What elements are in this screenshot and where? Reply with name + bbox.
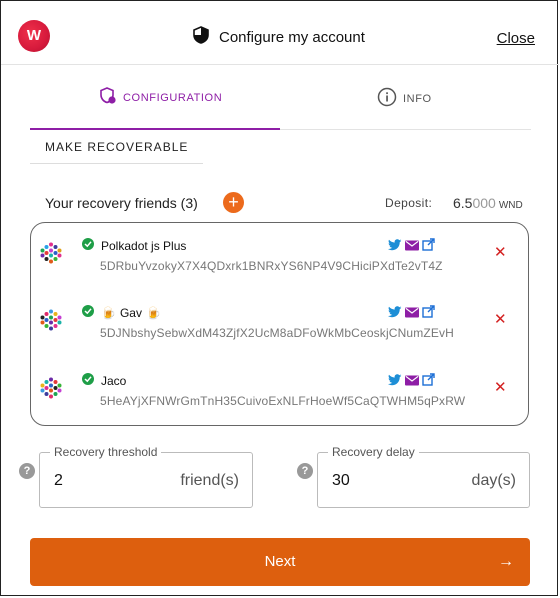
- header-divider: [1, 64, 559, 65]
- remove-friend-button[interactable]: ✕: [494, 243, 507, 261]
- active-tab-indicator: [30, 128, 280, 130]
- next-button-label: Next: [264, 553, 296, 570]
- twitter-icon[interactable]: [388, 373, 402, 391]
- section-divider: [30, 163, 203, 164]
- recovery-delay-legend: Recovery delay: [328, 445, 419, 459]
- verified-check-icon: [82, 238, 94, 250]
- app-logo: W: [18, 20, 50, 52]
- help-icon[interactable]: ?: [297, 463, 313, 479]
- panel-title: Configure my account: [219, 28, 365, 46]
- arrow-right-icon: →: [498, 553, 514, 570]
- list-item: Polkadot js Plus 5DRbuYvzokyX7X4QDxrk1BN…: [31, 223, 528, 283]
- recovery-threshold-field[interactable]: Recovery threshold 2 friend(s): [39, 445, 253, 508]
- list-item: Jaco 5HeAYjXFNWrGmTnH35CuivoExNLFrHoeWf5…: [31, 358, 528, 418]
- account-config-panel: W Configure my account Close CONFIGURATI…: [0, 0, 559, 596]
- remove-friend-button[interactable]: ✕: [494, 378, 507, 396]
- social-links: [388, 305, 435, 323]
- social-links: [388, 238, 435, 256]
- tab-info[interactable]: INFO: [377, 87, 432, 110]
- recovery-threshold-legend: Recovery threshold: [50, 445, 162, 459]
- friend-address: 5HeAYjXFNWrGmTnH35CuivoExNLFrHoeWf5CaQTW…: [100, 394, 466, 408]
- list-item: 🍺 Gav 🍺 5DJNbshySebwXdM43ZjfX2UcM8aDFoWkMb…: [31, 290, 528, 350]
- social-links: [388, 373, 435, 391]
- friend-name: Jaco: [101, 374, 126, 388]
- twitter-icon[interactable]: [388, 305, 402, 323]
- friend-name-text: Jaco: [101, 374, 127, 388]
- deposit-amount-decimals: 000: [472, 195, 496, 211]
- tab-configuration[interactable]: CONFIGURATION: [99, 87, 222, 108]
- recovery-delay-unit: day(s): [471, 472, 516, 489]
- deposit-label: Deposit:: [385, 196, 433, 210]
- recovery-delay-field[interactable]: Recovery delay 30 day(s): [317, 445, 530, 508]
- recovery-friends-list: Polkadot js Plus 5DRbuYvzokyX7X4QDxrk1BN…: [30, 222, 529, 426]
- recovery-threshold-unit: friend(s): [180, 472, 239, 489]
- plus-icon: +: [228, 192, 239, 212]
- logo-letter: W: [26, 27, 42, 44]
- shield-icon: [193, 25, 209, 49]
- external-link-icon[interactable]: [422, 373, 435, 391]
- deposit-unit: WND: [498, 200, 523, 211]
- friend-name: Polkadot js Plus: [101, 239, 186, 253]
- tab-info-label: INFO: [403, 92, 432, 105]
- email-icon[interactable]: [405, 305, 419, 323]
- recovery-friends-title: Your recovery friends (3): [45, 195, 198, 211]
- close-link[interactable]: Close: [497, 30, 535, 47]
- external-link-icon[interactable]: [422, 238, 435, 256]
- email-icon[interactable]: [405, 238, 419, 256]
- twitter-icon[interactable]: [388, 238, 402, 256]
- verified-check-icon: [82, 305, 94, 317]
- recovery-delay-value[interactable]: 30: [332, 472, 350, 490]
- tab-divider: [280, 129, 531, 130]
- friend-name-text: Gav: [119, 306, 142, 320]
- tab-configuration-label: CONFIGURATION: [123, 91, 223, 104]
- friend-address: 5DRbuYvzokyX7X4QDxrk1BNRxYS6NP4V9CHiciPX…: [100, 259, 443, 273]
- email-icon[interactable]: [405, 373, 419, 391]
- verified-check-icon: [82, 373, 94, 385]
- add-friend-button[interactable]: +: [223, 192, 244, 213]
- identicon-icon: [40, 309, 62, 331]
- shield-gear-icon: [99, 87, 117, 108]
- deposit-amount: 6.5: [453, 195, 473, 211]
- friend-name: 🍺 Gav 🍺: [101, 306, 161, 320]
- remove-friend-button[interactable]: ✕: [494, 310, 507, 328]
- section-title: MAKE RECOVERABLE: [45, 140, 189, 154]
- info-icon: [377, 87, 397, 110]
- beer-emoji: 🍺: [145, 306, 161, 320]
- recovery-threshold-value[interactable]: 2: [54, 472, 63, 490]
- help-icon[interactable]: ?: [19, 463, 35, 479]
- beer-emoji: 🍺: [101, 306, 116, 320]
- deposit-value: 6.5000 WND: [453, 195, 523, 211]
- next-button[interactable]: Next →: [30, 538, 530, 586]
- friend-name-text: Polkadot js Plus: [101, 239, 187, 253]
- identicon-icon: [40, 377, 62, 399]
- friend-address: 5DJNbshySebwXdM43ZjfX2UcM8aDFoWkMbCeoskj…: [100, 326, 454, 340]
- identicon-icon: [40, 242, 62, 264]
- external-link-icon[interactable]: [422, 305, 435, 323]
- panel-header: Configure my account: [193, 25, 365, 49]
